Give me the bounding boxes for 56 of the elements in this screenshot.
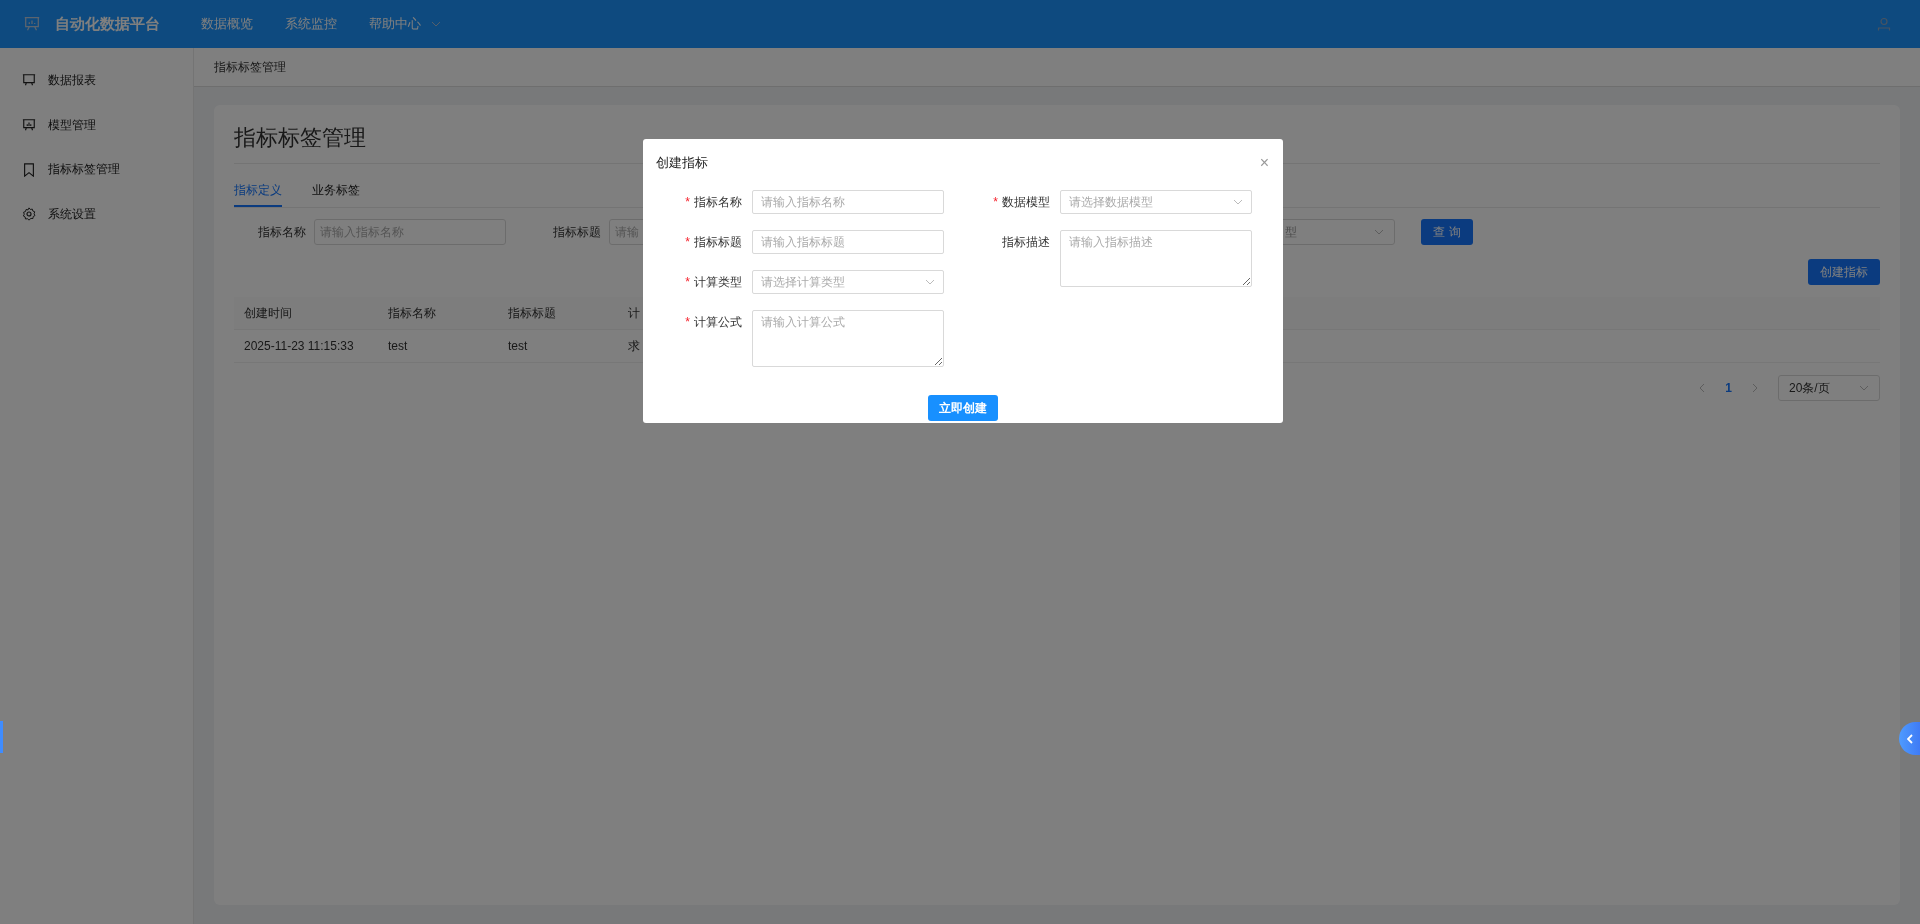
- chevron-left-icon[interactable]: [1699, 383, 1706, 393]
- breadcrumb[interactable]: 指标标签管理: [214, 58, 286, 76]
- chevron-down-icon: [1859, 385, 1869, 391]
- required-mark: *: [685, 195, 690, 209]
- chevron-down-icon: [925, 279, 935, 285]
- required-mark: *: [685, 315, 690, 329]
- field-label: 数据模型: [1002, 195, 1050, 209]
- filter-label: 指标名称: [258, 223, 306, 241]
- sidebar-label: 模型管理: [48, 116, 96, 134]
- side-handle[interactable]: [0, 721, 3, 753]
- sidebar-label: 系统设置: [48, 205, 96, 223]
- input-field[interactable]: 请输入指标名称: [752, 190, 944, 214]
- user-icon[interactable]: [1877, 17, 1891, 31]
- field-label: 计算类型: [694, 275, 742, 289]
- settings-icon: [22, 207, 36, 222]
- presentation-board-icon: [22, 73, 36, 88]
- select-field[interactable]: 请选择数据模型: [1060, 190, 1252, 214]
- nav-link[interactable]: 帮助中心: [369, 15, 441, 33]
- collapse-button[interactable]: [1899, 722, 1920, 755]
- field-label: 指标描述: [1002, 235, 1050, 249]
- table-cell: 2025-11-23 11:15:33: [234, 329, 378, 363]
- sidebar-item[interactable]: 指标标签管理: [0, 147, 193, 193]
- required-mark: *: [993, 195, 998, 209]
- filter-label: 指标标题: [553, 223, 601, 241]
- text-area[interactable]: 请输入指标描述: [1060, 230, 1252, 287]
- tab[interactable]: 业务标签: [312, 176, 360, 207]
- table-cell: test: [498, 329, 618, 363]
- sidebar-item[interactable]: 模型管理: [0, 102, 193, 148]
- select-field[interactable]: 请选择计算类型: [752, 270, 944, 294]
- bookmark-icon: [22, 162, 36, 177]
- field-label: 指标名称: [694, 195, 742, 209]
- sidebar-item[interactable]: 系统设置: [0, 192, 193, 237]
- presentation-board-icon: [22, 118, 36, 133]
- field-label: 指标标题: [694, 235, 742, 249]
- submit-button[interactable]: 立即创建: [928, 395, 998, 421]
- chevron-down-icon: [1233, 199, 1243, 205]
- app-title: 自动化数据平台: [55, 14, 161, 34]
- sidebar-item[interactable]: 数据报表: [0, 58, 193, 103]
- table-cell: test: [378, 329, 498, 363]
- page-number[interactable]: 1: [1725, 381, 1732, 395]
- nav-link[interactable]: 系统监控: [285, 15, 337, 33]
- sidebar-label: 指标标签管理: [48, 161, 120, 179]
- chevron-right-icon[interactable]: [1752, 383, 1758, 393]
- create-button[interactable]: 创建指标: [1808, 259, 1880, 285]
- input-field[interactable]: 请输入指标标题: [752, 230, 944, 254]
- query-button[interactable]: 查 询: [1421, 219, 1473, 245]
- text-area[interactable]: 请输入计算公式: [752, 310, 944, 367]
- sidebar-label: 数据报表: [48, 71, 96, 89]
- tab[interactable]: 指标定义: [234, 176, 282, 207]
- presentation-board-icon: [23, 15, 41, 33]
- nav-link[interactable]: 数据概览: [201, 15, 253, 33]
- chevron-down-icon: [1374, 229, 1384, 235]
- page-size-select[interactable]: 20条/页: [1778, 375, 1880, 401]
- chevron-left-icon: [1906, 733, 1913, 744]
- required-mark: *: [685, 235, 690, 249]
- required-mark: *: [685, 275, 690, 289]
